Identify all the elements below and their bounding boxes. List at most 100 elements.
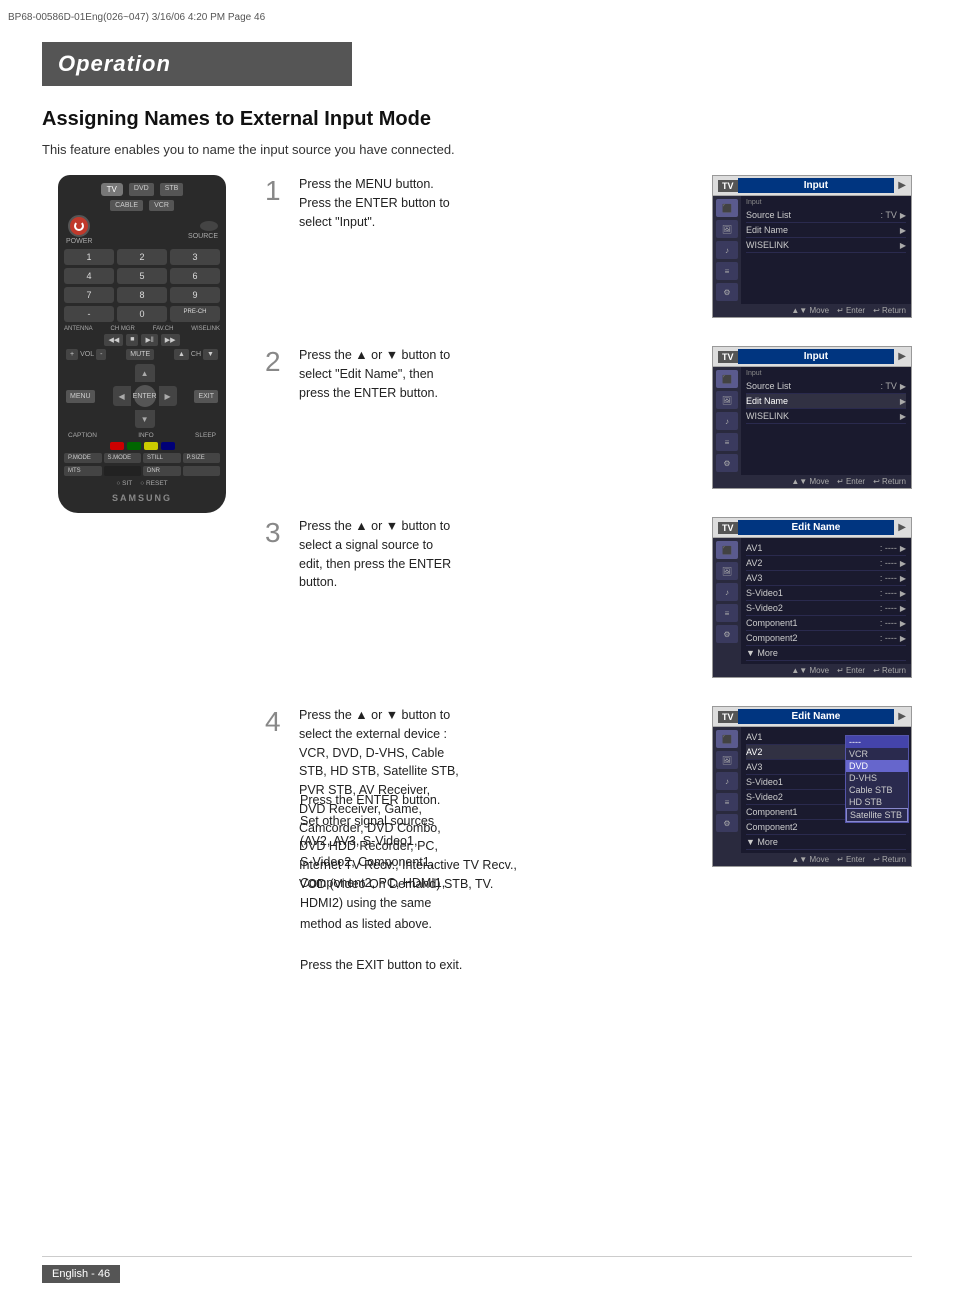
remote-btn-3[interactable]: 3 (170, 249, 220, 265)
remote-empty2-button (183, 466, 221, 476)
tv-screen-title-2: Input (738, 349, 895, 364)
tv-icon-channel-1: ≡ (716, 262, 738, 280)
tv-left-icons-2: ⬛ 🖼 ♪ ≡ ⚙ (713, 367, 741, 475)
remote-blue-button[interactable] (161, 442, 175, 450)
samsung-logo: SAMSUNG (64, 493, 220, 503)
remote-btn-dash[interactable]: - (64, 306, 114, 322)
remote-ff-button[interactable]: ▶▶ (161, 334, 180, 346)
remote-yellow-button[interactable] (144, 442, 158, 450)
remote-stop-button[interactable]: ■ (126, 334, 138, 346)
remote-btn-6[interactable]: 6 (170, 268, 220, 284)
step-4-number: 4 (265, 708, 289, 736)
remote-ch-down[interactable]: ▼ (203, 349, 218, 360)
remote-menu-button[interactable]: MENU (66, 390, 95, 403)
step-3-number: 3 (265, 519, 289, 547)
remote-mute-button[interactable]: MUTE (126, 349, 154, 360)
remote-pmode-button[interactable]: P.MODE (64, 453, 102, 463)
tv-menu-row-av3-3: AV3 : ---- ▶ (746, 571, 906, 586)
tv-icon-sound-2: ♪ (716, 412, 738, 430)
remote-transport-row: ◀◀ ■ ▶‖ ▶▶ (64, 334, 220, 346)
tv-screen-header-4: TV Edit Name ▶ (713, 707, 911, 727)
step4-para2: Press the EXIT button to exit. (300, 955, 912, 976)
tv-menu-row-comp1-3: Component1 : ---- ▶ (746, 616, 906, 631)
tv-icon-input-3: ⬛ (716, 541, 738, 559)
footer-badge: English - 46 (42, 1265, 120, 1283)
remote-mts-button[interactable]: MTS (64, 466, 102, 476)
tv-icon-picture-1: 🖼 (716, 220, 738, 238)
dpad-down-button[interactable]: ▼ (135, 410, 155, 428)
tv-arrow-1: ▶ (894, 180, 906, 191)
remote-sit-reset-row: ○ SIT ○ RESET (64, 480, 220, 487)
remote-body: TV DVD STB CABLE VCR POWER SOURCE 1 2 (58, 175, 226, 513)
info-label: INFO (138, 432, 154, 439)
step-1-number: 1 (265, 177, 289, 205)
remote-smode-button[interactable]: S.MODE (104, 453, 142, 463)
remote-caption-row: CAPTION INFO SLEEP (68, 432, 216, 439)
remote-btn-0[interactable]: 0 (117, 306, 167, 322)
remote-stb-chip[interactable]: STB (160, 183, 184, 196)
tv-menu-row-sourcelist-2: Source List : TV ▶ (746, 379, 906, 394)
remote-rew-button[interactable]: ◀◀ (104, 334, 123, 346)
remote-vol-down[interactable]: - (96, 349, 106, 360)
remote-btn-7[interactable]: 7 (64, 287, 114, 303)
remote-dvd-chip[interactable]: DVD (129, 183, 154, 196)
remote-vol-up[interactable]: + (66, 349, 78, 360)
remote-power-button[interactable] (68, 215, 90, 237)
remote-btn-4[interactable]: 4 (64, 268, 114, 284)
remote-enter-button[interactable]: ENTER (134, 385, 156, 407)
remote-btn-5[interactable]: 5 (117, 268, 167, 284)
remote-green-button[interactable] (127, 442, 141, 450)
reset-label: ○ RESET (140, 480, 167, 487)
sit-label: ○ SIT (116, 480, 132, 487)
remote-btn-8[interactable]: 8 (117, 287, 167, 303)
dpad-right-button[interactable]: ▶ (159, 386, 177, 406)
remote-cable-chip[interactable]: CABLE (110, 200, 143, 211)
ch-label: CH (191, 351, 201, 358)
tv-nav-move-2: ▲▼ Move (791, 477, 829, 486)
tv-icon-sound-4: ♪ (716, 772, 738, 790)
power-label: POWER (66, 238, 92, 245)
tv-label-3: TV (718, 522, 738, 534)
remote-btn-9[interactable]: 9 (170, 287, 220, 303)
tv-icon-sound-1: ♪ (716, 241, 738, 259)
tv-label-1: TV (718, 180, 738, 192)
remote-still-button[interactable]: STILL (143, 453, 181, 463)
remote-btn-2[interactable]: 2 (117, 249, 167, 265)
dpad-up-button[interactable]: ▲ (135, 364, 155, 382)
remote-volch-row: + VOL - MUTE ▲ CH ▼ (66, 349, 218, 360)
tv-sidebar-2: ⬛ 🖼 ♪ ≡ ⚙ Input Source List : TV ▶ (713, 367, 911, 475)
remote-btn-prech[interactable]: PRE-CH (170, 306, 220, 322)
tv-screen-header-1: TV Input ▶ (713, 176, 911, 196)
tv-nav-enter-3: ↵ Enter (837, 666, 865, 675)
remote-play-button[interactable]: ▶‖ (141, 334, 157, 346)
tv-icon-sound-3: ♪ (716, 583, 738, 601)
remote-dnr-button[interactable]: DNR (143, 466, 181, 476)
remote-vcr-chip[interactable]: VCR (149, 200, 174, 211)
tv-nav-move-3: ▲▼ Move (791, 666, 829, 675)
remote-ch-up[interactable]: ▲ (174, 349, 189, 360)
remote-mode-row2: MTS DNR (64, 466, 220, 476)
dropdown-item-hdstb: HD STB (846, 796, 908, 808)
caption-label: CAPTION (68, 432, 97, 439)
tv-icon-setup-2: ⚙ (716, 454, 738, 472)
remote-btn-1[interactable]: 1 (64, 249, 114, 265)
tv-nav-return-3: ↩ Return (873, 666, 906, 675)
power-icon (74, 221, 84, 231)
remote-top-row: TV DVD STB (64, 183, 220, 196)
remote-top-row2: CABLE VCR (64, 200, 220, 211)
remote-tv-button[interactable]: TV (101, 183, 123, 196)
tv-screen-header-2: TV Input ▶ (713, 347, 911, 367)
remote-red-button[interactable] (110, 442, 124, 450)
operation-title-box: Operation (42, 42, 352, 86)
tv-nav-move-1: ▲▼ Move (791, 306, 829, 315)
vol-label: VOL (80, 351, 94, 358)
remote-area: TV DVD STB CABLE VCR POWER SOURCE 1 2 (42, 175, 242, 795)
remote-special-row: ANTENNA CH MGR FAV.CH WISELINK (64, 326, 220, 332)
step-1-text: Press the MENU button.Press the ENTER bu… (299, 175, 700, 231)
tv-input-label-1: Input (746, 199, 906, 208)
dpad-left-button[interactable]: ◀ (113, 386, 131, 406)
step-2: 2 Press the ▲ or ▼ button toselect "Edit… (265, 346, 912, 489)
remote-psize-button[interactable]: P.SIZE (183, 453, 221, 463)
remote-exit-button[interactable]: EXIT (194, 390, 218, 403)
remote-empty-button (104, 466, 142, 476)
